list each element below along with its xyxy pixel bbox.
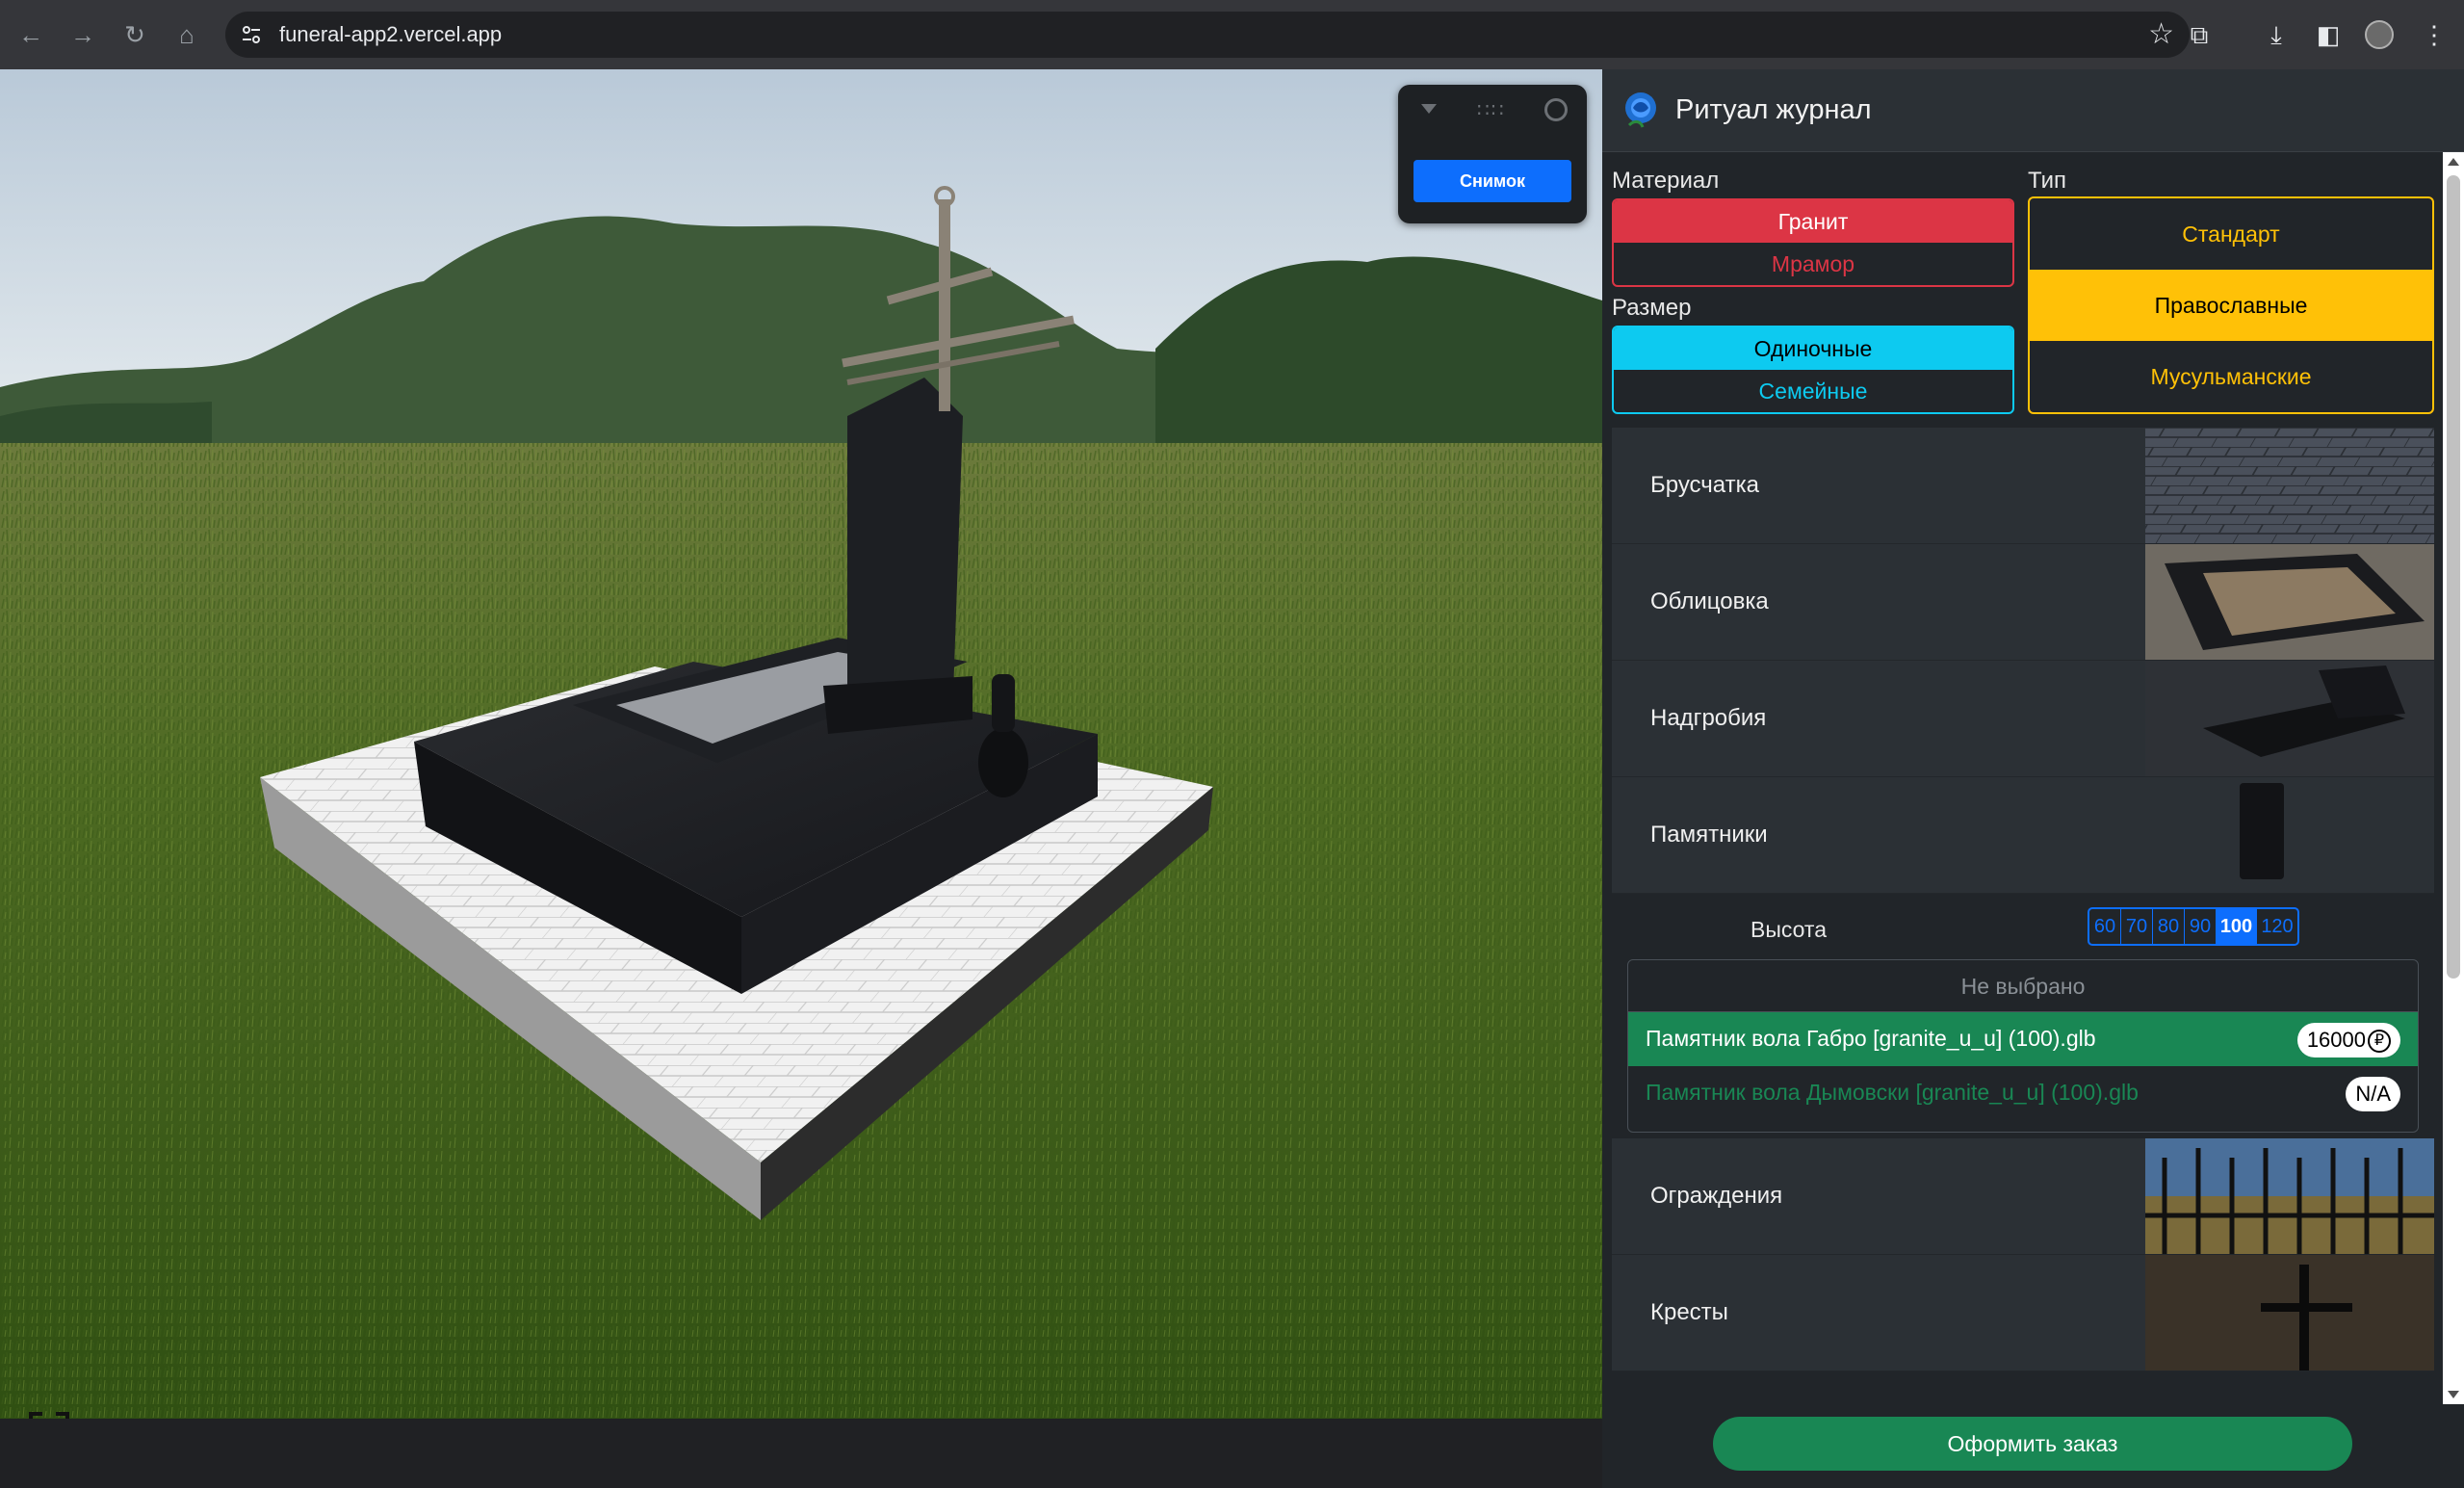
item-name: Памятник вола Габро [granite_u_u] (100).… [1646, 1026, 2096, 1051]
scroll-thumb[interactable] [2447, 175, 2460, 979]
tombstone-thumbnail [2145, 661, 2434, 776]
monument-list: Не выбрано Памятник вола Габро [granite_… [1627, 959, 2419, 1133]
side-panel-icon[interactable]: ◧ [2311, 17, 2346, 52]
browser-toolbar: ← → ↻ ⌂ funeral-app2.vercel.app ☆ ⧉ ⤓ ◧ … [0, 0, 2464, 69]
category-label: Ограждения [1650, 1183, 1783, 1209]
menu-dots-icon[interactable]: ⋮ [2417, 17, 2451, 52]
forward-icon[interactable]: → [64, 15, 102, 54]
list-item-none[interactable]: Не выбрано [1628, 960, 2418, 1012]
type-label: Тип [2028, 168, 2067, 194]
material-option-granite[interactable]: Гранит [1614, 200, 2012, 243]
size-option-single[interactable]: Одиночные [1614, 327, 2012, 370]
scene-render [0, 69, 1602, 1419]
home-icon[interactable]: ⌂ [168, 15, 206, 54]
list-item[interactable]: Памятник вола Дымовски [granite_u_u] (10… [1628, 1066, 2418, 1120]
extensions-icon[interactable]: ⧉ [2182, 17, 2217, 52]
bookmark-star-icon[interactable]: ☆ [2148, 17, 2174, 51]
category-tombstones[interactable]: Надгробия [1612, 661, 2434, 777]
snapshot-button[interactable]: Снимок [1414, 160, 1571, 202]
address-bar[interactable]: funeral-app2.vercel.app ☆ [225, 12, 2190, 58]
site-settings-icon[interactable] [239, 22, 264, 47]
category-crosses[interactable]: Кресты [1612, 1255, 2434, 1371]
item-name: Памятник вола Дымовски [granite_u_u] (10… [1646, 1080, 2139, 1105]
height-option[interactable]: 80 [2153, 909, 2185, 944]
paving-thumbnail [2145, 428, 2434, 543]
drag-handle-icon[interactable]: ∷∷ [1477, 98, 1505, 122]
download-icon[interactable]: ⤓ [2259, 17, 2294, 52]
scroll-up-icon[interactable] [2448, 158, 2459, 166]
monuments-details: Высота 60 70 80 90 100 120 Не выбрано Па… [1612, 894, 2434, 1138]
panel-scroll-area[interactable]: Материал Гранит Мрамор Размер Одиночные … [1602, 152, 2441, 1404]
height-selector: 60 70 80 90 100 120 [2088, 907, 2299, 946]
category-monuments[interactable]: Памятники [1612, 777, 2434, 894]
category-label: Брусчатка [1650, 472, 1759, 498]
app-title: Ритуал журнал [1675, 94, 1872, 125]
size-option-family[interactable]: Семейные [1614, 370, 2012, 412]
material-toggle-group: Гранит Мрамор [1612, 198, 2014, 287]
list-item-selected[interactable]: Памятник вола Габро [granite_u_u] (100).… [1628, 1012, 2418, 1066]
url-text: funeral-app2.vercel.app [279, 22, 503, 46]
category-fences[interactable]: Ограждения [1612, 1138, 2434, 1255]
3d-viewport[interactable] [0, 69, 1602, 1419]
price-badge: N/A [2346, 1077, 2400, 1111]
place-order-button[interactable]: Оформить заказ [1713, 1417, 2352, 1471]
category-label: Кресты [1650, 1299, 1728, 1325]
fullscreen-icon[interactable] [27, 1410, 71, 1419]
size-label: Размер [1612, 295, 1692, 321]
monument-thumbnail [2145, 777, 2434, 893]
category-paving[interactable]: Брусчатка [1612, 428, 2434, 544]
height-option[interactable]: 60 [2089, 909, 2121, 944]
category-list: Брусчатка Облицовка Надгробия Памятники … [1612, 428, 2434, 1371]
fence-thumbnail [2145, 1138, 2434, 1254]
category-label: Памятники [1650, 822, 1768, 848]
type-option-standard[interactable]: Стандарт [2030, 198, 2432, 270]
configurator-panel: Ритуал журнал Материал Гранит Мрамор Раз… [1602, 69, 2464, 1488]
price-value: 16000 [2306, 1028, 2366, 1052]
material-option-marble[interactable]: Мрамор [1614, 243, 2012, 285]
scroll-down-icon[interactable] [2448, 1391, 2459, 1398]
type-option-muslim[interactable]: Мусульманские [2030, 341, 2432, 412]
height-option[interactable]: 70 [2121, 909, 2153, 944]
panel-footer: Оформить заказ [1602, 1404, 2464, 1488]
height-option[interactable]: 120 [2257, 909, 2297, 944]
type-toggle-group: Стандарт Православные Мусульманские [2028, 196, 2434, 414]
category-label: Облицовка [1650, 588, 1769, 614]
type-option-orthodox[interactable]: Православные [2030, 270, 2432, 341]
collapse-icon[interactable] [1421, 104, 1437, 114]
panel-header: Ритуал журнал [1602, 69, 2464, 152]
height-option[interactable]: 90 [2185, 909, 2217, 944]
category-label: Надгробия [1650, 705, 1767, 731]
category-cladding[interactable]: Облицовка [1612, 544, 2434, 661]
size-toggle-group: Одиночные Семейные [1612, 326, 2014, 414]
price-badge: 16000 ₽ [2296, 1023, 2400, 1057]
height-option-selected[interactable]: 100 [2217, 909, 2257, 944]
cross-thumbnail [2145, 1255, 2434, 1371]
back-icon[interactable]: ← [12, 15, 50, 54]
material-label: Материал [1612, 168, 1720, 194]
reload-icon[interactable]: ↻ [116, 15, 154, 54]
snapshot-toolbar: ∷∷ Снимок [1398, 85, 1587, 223]
rose-logo-icon [1625, 92, 1656, 128]
profile-avatar[interactable] [2365, 20, 2394, 49]
ruble-icon: ₽ [2368, 1030, 2391, 1054]
settings-icon[interactable] [1544, 98, 1568, 121]
height-label: Высота [1751, 917, 1827, 942]
cladding-thumbnail [2145, 544, 2434, 660]
panel-scrollbar[interactable] [2443, 152, 2464, 1404]
